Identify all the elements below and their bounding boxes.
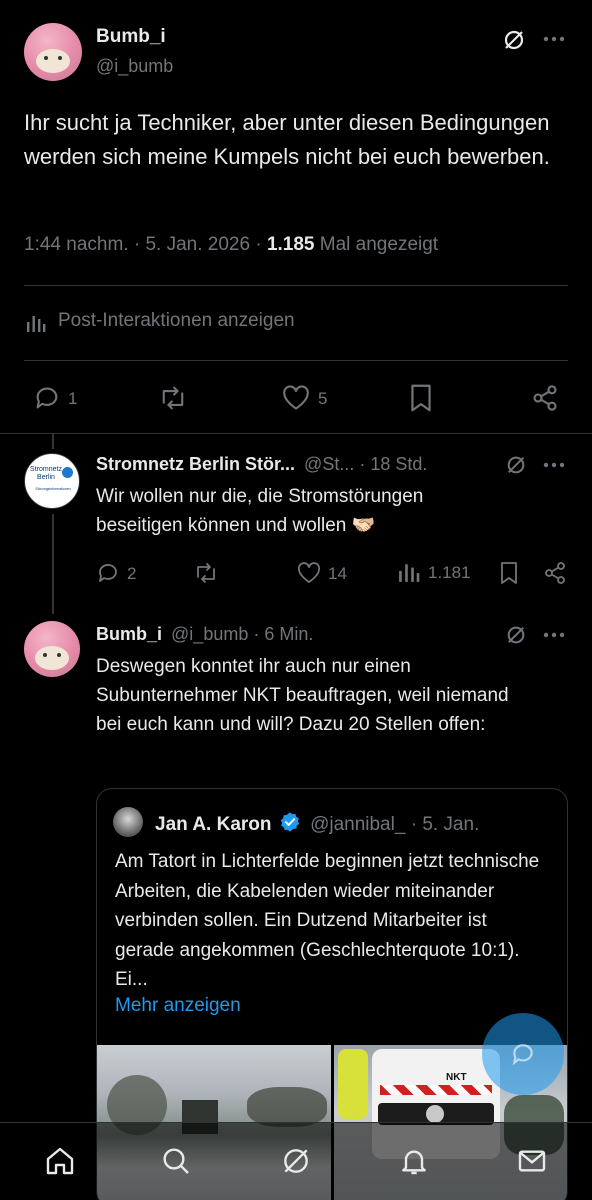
home-icon[interactable] — [44, 1145, 76, 1177]
more-icon[interactable] — [543, 36, 565, 42]
author-avatar[interactable] — [24, 621, 80, 677]
notifications-icon[interactable] — [398, 1145, 430, 1177]
verified-icon — [279, 811, 301, 833]
bottom-nav — [0, 1122, 592, 1200]
repost-button[interactable] — [158, 384, 188, 417]
quoted-text: Am Tatort in Lichterfelde beginnen jetzt… — [115, 851, 540, 990]
compose-button[interactable] — [482, 1013, 564, 1095]
post-time: 6 Min. — [264, 624, 314, 644]
like-count: 14 — [328, 564, 347, 583]
bookmark-icon — [500, 561, 518, 585]
compose-icon — [510, 1041, 536, 1067]
thread-line — [52, 514, 54, 614]
repost-icon — [158, 384, 188, 412]
like-button[interactable]: 14 — [297, 562, 347, 589]
reply-button[interactable]: 2 — [96, 561, 136, 590]
reply-text: Deswegen konntet ihr auch nur einen Subu… — [96, 656, 509, 735]
post-meta: 1:44 nachm. · 5. Jan. 2026 · 1.185 Mal a… — [24, 234, 439, 255]
reply-header: Stromnetz Berlin Stör... @St... · 18 Std… — [96, 454, 428, 474]
more-icon[interactable] — [543, 632, 565, 638]
reply-icon — [33, 384, 61, 412]
reply-text: Wir wollen nur die, die Stromstörungen b… — [96, 486, 424, 536]
bookmark-button[interactable] — [500, 561, 518, 590]
repost-icon — [193, 561, 219, 585]
divider — [24, 360, 568, 361]
van-logo-text: NKT — [446, 1072, 467, 1083]
thread-line — [52, 433, 54, 449]
like-count: 5 — [318, 389, 328, 408]
author-handle[interactable]: @i_bumb — [171, 624, 248, 644]
views-count: 1.181 — [428, 563, 471, 582]
author-handle[interactable]: @i_bumb — [96, 56, 173, 77]
author-name[interactable]: Bumb_i — [96, 624, 162, 644]
section-divider — [0, 433, 592, 434]
divider — [24, 285, 568, 286]
search-icon[interactable] — [160, 1145, 192, 1177]
quoted-author-handle[interactable]: @jannibal_ — [310, 814, 405, 835]
like-button[interactable]: 5 — [282, 385, 327, 416]
share-button[interactable] — [531, 384, 559, 417]
avatar-logo-subtext: Störungsinformationen — [35, 487, 71, 491]
reply-header: Bumb_i @i_bumb · 6 Min. — [96, 624, 314, 644]
reply-button[interactable]: 1 — [33, 384, 77, 417]
bookmark-button[interactable] — [410, 383, 432, 418]
reply-count: 1 — [68, 389, 78, 408]
avatar-logo-text: Stromnetz Berlin — [30, 466, 62, 481]
post-date: 5. Jan. 2026 — [145, 234, 251, 255]
views-button[interactable]: 1.181 — [398, 561, 471, 588]
share-icon — [531, 384, 559, 412]
analytics-icon — [398, 561, 420, 583]
messages-icon[interactable] — [516, 1145, 548, 1177]
reply-count: 2 — [127, 564, 137, 583]
like-icon — [297, 562, 321, 584]
quoted-author-name[interactable]: Jan A. Karon — [155, 814, 272, 835]
author-avatar[interactable] — [24, 23, 82, 81]
post-time: 1:44 nachm. — [24, 234, 129, 255]
more-icon[interactable] — [543, 462, 565, 468]
like-icon — [282, 385, 310, 411]
post-text: Ihr sucht ja Techniker, aber unter diese… — [24, 110, 550, 169]
show-more-link[interactable]: Mehr anzeigen — [115, 995, 241, 1017]
grok-icon[interactable] — [502, 28, 526, 52]
views-label: Mal angezeigt — [319, 234, 439, 255]
grok-icon[interactable] — [505, 454, 527, 476]
author-name[interactable]: Stromnetz Berlin Stör... — [96, 454, 295, 474]
share-button[interactable] — [543, 561, 567, 590]
bookmark-icon — [410, 383, 432, 413]
quoted-post-time: 5. Jan. — [422, 814, 480, 835]
author-avatar[interactable]: Stromnetz Berlin Störungsinformationen — [24, 453, 80, 509]
quoted-header: Jan A. Karon @jannibal_ · 5. Jan. — [155, 811, 479, 836]
analytics-icon — [26, 313, 46, 333]
views-count: 1.185 — [266, 234, 315, 255]
interactions-label: Post-Interaktionen anzeigen — [58, 310, 295, 331]
repost-button[interactable] — [193, 561, 219, 590]
author-name[interactable]: Bumb_i — [96, 26, 166, 48]
grok-icon[interactable] — [505, 624, 527, 646]
quoted-author-avatar[interactable] — [113, 807, 143, 837]
reply-icon — [96, 561, 120, 585]
author-handle[interactable]: @St... — [304, 454, 354, 474]
share-icon — [543, 561, 567, 585]
post-time: 18 Std. — [370, 454, 428, 474]
grok-icon[interactable] — [280, 1145, 312, 1177]
